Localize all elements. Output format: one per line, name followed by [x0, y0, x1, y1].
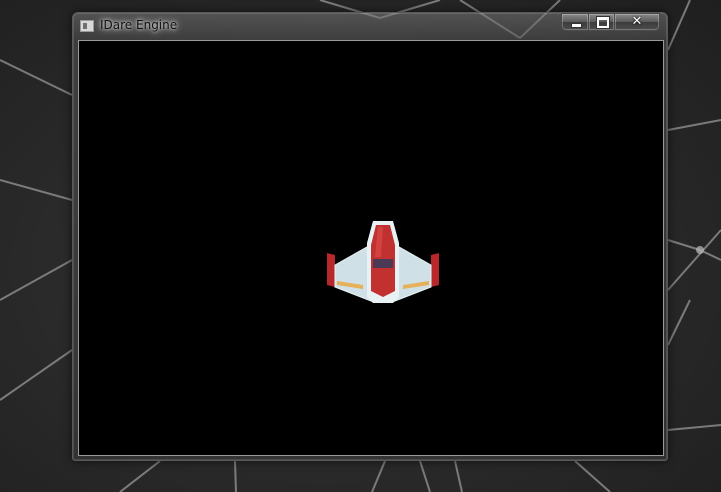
- cockpit: [373, 259, 393, 268]
- app-window: IDare Engine ✕: [72, 12, 668, 461]
- close-icon: ✕: [631, 14, 643, 29]
- right-wing-tip: [431, 253, 439, 287]
- close-button[interactable]: ✕: [614, 13, 660, 31]
- maximize-button[interactable]: [588, 13, 615, 31]
- spaceship-sprite: [327, 221, 439, 303]
- minimize-icon: [571, 23, 582, 28]
- maximize-icon: [596, 16, 610, 29]
- game-viewport[interactable]: [78, 40, 664, 456]
- right-wing: [394, 246, 432, 302]
- left-wing: [334, 246, 372, 302]
- minimize-button[interactable]: [561, 13, 589, 31]
- window-title: IDare Engine: [100, 18, 178, 32]
- desktop-wallpaper: IDare Engine ✕: [0, 0, 721, 492]
- application-window-icon[interactable]: [80, 20, 94, 32]
- left-wing-tip: [327, 253, 335, 287]
